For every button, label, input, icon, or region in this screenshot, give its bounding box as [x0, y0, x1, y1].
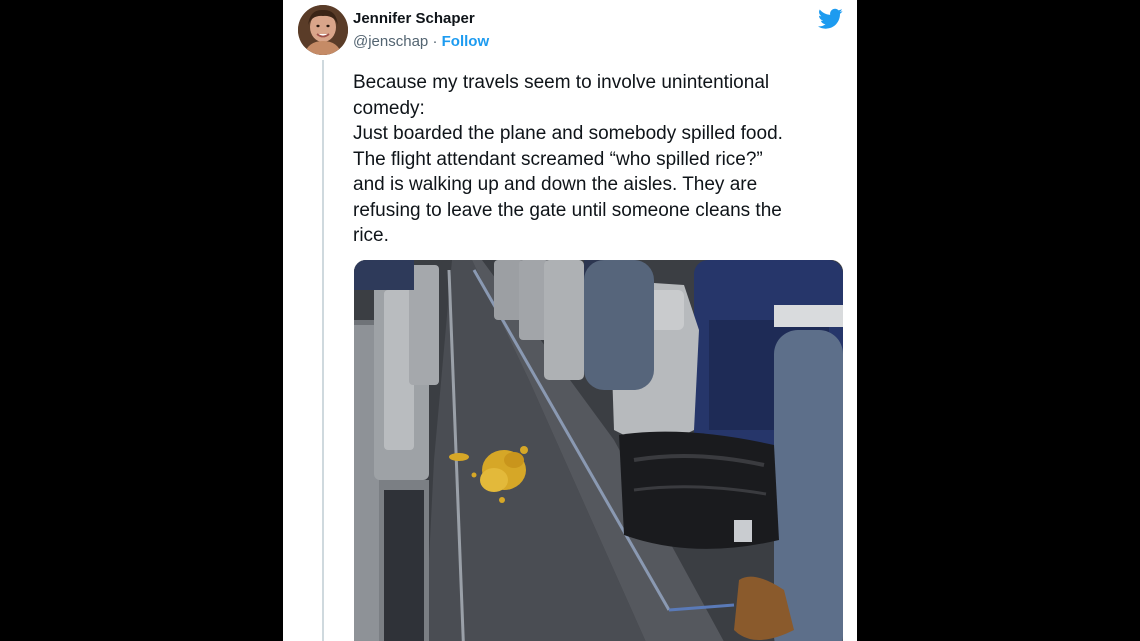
twitter-bird-icon[interactable] [818, 8, 843, 30]
author-name[interactable]: Jennifer Schaper [353, 10, 475, 27]
tweet-text: Because my travels seem to involve unint… [353, 72, 783, 246]
avatar[interactable] [298, 5, 348, 55]
tweet-card: Jennifer Schaper @jenschap · Follow Beca… [283, 0, 857, 641]
airplane-aisle-image [354, 260, 843, 641]
thread-line [322, 60, 324, 641]
follow-button[interactable]: Follow [442, 33, 490, 50]
tweet-photo[interactable] [354, 260, 843, 641]
separator: · [428, 33, 442, 50]
handle-row: @jenschap · Follow [353, 33, 489, 50]
author-handle[interactable]: @jenschap [353, 33, 428, 50]
